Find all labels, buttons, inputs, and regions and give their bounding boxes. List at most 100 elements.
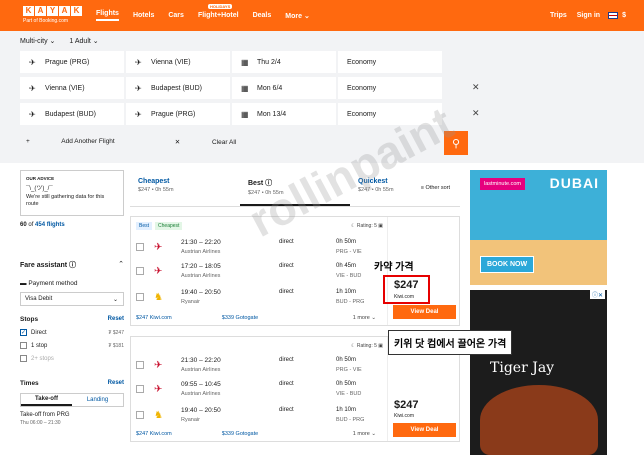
origin-field[interactable]: ✈ Vienna (VIE) — [20, 77, 124, 99]
logo-letter: Y — [47, 6, 58, 16]
cabin-value: Economy — [347, 110, 377, 118]
ad-close-icon[interactable]: ⓘ✕ — [589, 290, 605, 299]
clear-all-button[interactable]: ✕ Clear All — [175, 138, 266, 146]
times-tabs: Take-off Landing — [20, 393, 124, 407]
flights-count: 60 of 454 flights — [20, 222, 124, 228]
cabin-value: Economy — [347, 58, 377, 66]
compare-checkbox[interactable] — [136, 293, 144, 301]
stop-option-1-stop[interactable]: 1 stop ₮ $181 — [20, 342, 124, 349]
origin-field[interactable]: ✈ Budapest (BUD) — [20, 103, 124, 125]
more-providers-link[interactable]: 1 more ⌄ — [353, 431, 376, 437]
annotation-kayak-price: 카약 가격 — [374, 262, 414, 273]
dubai-ad[interactable]: lastminute.com DUBAI BOOK NOW — [470, 170, 607, 285]
tab-takeoff[interactable]: Take-off — [21, 394, 72, 406]
gotogate-price-link[interactable]: $339 Gotogate — [222, 315, 258, 321]
leg-route: PRG - VIE — [336, 249, 362, 255]
date-field[interactable]: ▦ Thu 2/4 — [232, 51, 336, 73]
leg-duration: 0h 50m — [336, 357, 357, 363]
cabin-field[interactable]: Economy — [338, 51, 442, 73]
compare-checkbox[interactable] — [136, 411, 144, 419]
total-flights-link[interactable]: 454 flights — [35, 222, 65, 228]
gotogate-price-link[interactable]: $339 Gotogate — [222, 431, 258, 437]
cheapest-badge: Cheapest — [155, 222, 183, 230]
destination-field[interactable]: ✈ Vienna (VIE) — [126, 51, 230, 73]
nav-more[interactable]: More ⌄ — [285, 12, 310, 20]
fare-assistant-header[interactable]: Fare assistant ⓘ ⌃ — [20, 260, 124, 270]
flight-leg: ✈ 21:30 – 22:20 Austrian Airlines direct… — [136, 239, 381, 261]
date-field[interactable]: ▦ Mon 6/4 — [232, 77, 336, 99]
stop-option-2-stops[interactable]: 2+ stops — [20, 355, 124, 362]
times-reset-link[interactable]: Reset — [108, 380, 124, 386]
book-now-button[interactable]: BOOK NOW — [480, 256, 535, 273]
advice-emoticon: ¯\_(ツ)_/¯ — [26, 186, 53, 192]
other-sort-dropdown[interactable]: ≡ Other sort — [421, 185, 450, 191]
date-value: Mon 6/4 — [257, 84, 283, 92]
advice-title: OUR ADVICE — [26, 176, 55, 181]
trip-type-dropdown[interactable]: Multi-city ⌄ — [20, 37, 55, 45]
restaurant-ad[interactable]: ⓘ✕ Tiger Jay — [470, 290, 607, 455]
currency-selector[interactable]: $ — [622, 12, 626, 19]
advice-text: We're still gathering data for this rout… — [26, 194, 105, 207]
austrian-airlines-logo-icon: ✈ — [154, 384, 163, 395]
destination-field[interactable]: ✈ Prague (PRG) — [126, 103, 230, 125]
plane-icon: ✈ — [29, 57, 36, 67]
destination-value: Vienna (VIE) — [151, 58, 191, 66]
travelers-dropdown[interactable]: 1 Adult ⌄ — [69, 37, 98, 45]
kayak-logo[interactable]: K A Y A K Part of Booking.com — [23, 6, 83, 24]
leg-airline: Ryanair — [181, 299, 200, 305]
add-flight-button[interactable]: + Add Another Flight — [26, 138, 145, 146]
kiwi-price-link[interactable]: $247 Kiwi.com — [136, 431, 172, 437]
more-providers-link[interactable]: 1 more ⌄ — [353, 315, 376, 321]
date-value: Thu 2/4 — [257, 58, 281, 66]
destination-field[interactable]: ✈ Budapest (BUD) — [126, 77, 230, 99]
stop-label: 2+ stops — [31, 355, 54, 362]
leg-stops: direct — [279, 407, 294, 413]
tab-landing[interactable]: Landing — [72, 394, 123, 406]
nav-flights[interactable]: Flights — [96, 10, 119, 21]
leg-route: BUD - PRG — [336, 299, 365, 305]
annotation-highlight-box — [383, 275, 430, 304]
compare-checkbox[interactable] — [136, 243, 144, 251]
sign-in-link[interactable]: Sign in — [577, 12, 600, 19]
compare-checkbox[interactable] — [136, 385, 144, 393]
rating: ☾ Rating: 5 ▣ — [351, 223, 383, 229]
stop-label: 1 stop — [31, 342, 48, 349]
nav-hotels[interactable]: Hotels — [133, 12, 154, 19]
checkbox-icon[interactable] — [20, 355, 27, 362]
rating: ☾ Rating: 5 ▣ — [351, 343, 383, 349]
remove-row-close-icon[interactable]: ✕ — [472, 82, 482, 93]
nav-cars[interactable]: Cars — [168, 12, 184, 19]
nav-flight-hotel[interactable]: HOLIDAYS Flight+Hotel — [198, 4, 239, 19]
compare-checkbox[interactable] — [136, 361, 144, 369]
info-icon: ▣ — [378, 343, 384, 349]
tab-cheapest[interactable]: Cheapest $247 • 0h 55m — [130, 170, 240, 206]
checkbox-icon[interactable] — [20, 342, 27, 349]
view-deal-button[interactable]: View Deal — [393, 305, 456, 319]
stop-price: ₮ $247 — [108, 329, 124, 336]
remove-row-close-icon[interactable]: ✕ — [472, 108, 482, 119]
compare-checkbox[interactable] — [136, 267, 144, 275]
view-deal-button[interactable]: View Deal — [393, 423, 456, 437]
payment-method-select[interactable]: Visa Debit ⌄ — [20, 292, 124, 306]
stop-price: ₮ $181 — [108, 342, 124, 349]
plane-icon: ✈ — [135, 109, 142, 119]
leg-time: 19:40 – 20:50 — [181, 289, 221, 296]
origin-field[interactable]: ✈ Prague (PRG) — [20, 51, 124, 73]
nav-deals[interactable]: Deals — [253, 12, 272, 19]
takeoff-label: Take-off from PRG — [20, 412, 70, 418]
checkbox-checked-icon[interactable]: ✓ — [20, 329, 27, 336]
flight-leg: ✈ 09:55 – 10:45 Austrian Airlines direct… — [136, 381, 381, 403]
austrian-airlines-logo-icon: ✈ — [154, 242, 163, 253]
leg-time: 19:40 – 20:50 — [181, 407, 221, 414]
cabin-field[interactable]: Economy — [338, 77, 442, 99]
flag-icon[interactable] — [608, 12, 619, 19]
stop-option-direct[interactable]: ✓ Direct ₮ $247 — [20, 329, 124, 336]
leg-airline: Austrian Airlines — [181, 249, 221, 255]
date-field[interactable]: ▦ Mon 13/4 — [232, 103, 336, 125]
trips-link[interactable]: Trips — [550, 12, 567, 19]
destination-value: Budapest (BUD) — [151, 84, 202, 92]
stops-reset-link[interactable]: Reset — [108, 316, 124, 322]
kiwi-price-link[interactable]: $247 Kiwi.com — [136, 315, 172, 321]
nav-more-label: More — [285, 12, 302, 20]
count-of: of — [28, 222, 34, 228]
